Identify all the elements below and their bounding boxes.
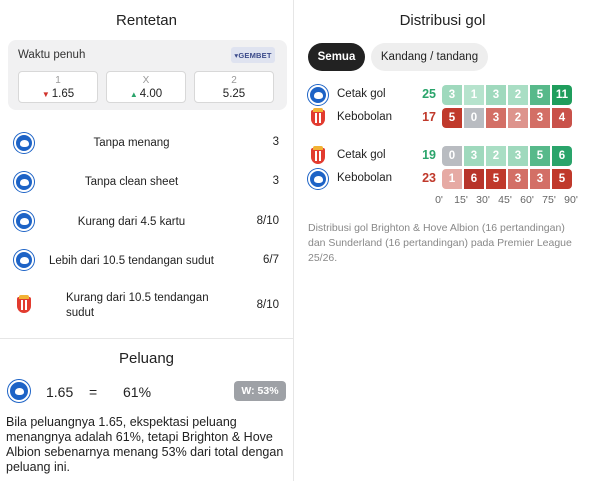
chance-odd: 1.65 — [46, 384, 74, 400]
distribution-cell: 2 — [508, 85, 528, 105]
distribution-title: Distribusi gol — [399, 12, 486, 29]
distribution-cell: 2 — [486, 146, 506, 166]
chance-title: Peluang — [118, 350, 175, 367]
tick-label: 30' — [476, 194, 490, 206]
distribution-cell: 5 — [530, 146, 550, 166]
chance-description: Bila peluangnya 1.65, ekspektasi peluang… — [6, 415, 284, 474]
distribution-cell: 6 — [552, 146, 572, 166]
distribution-cell: 5 — [486, 169, 506, 189]
distribution-cells: 3 1 3 2 5 11 — [442, 85, 572, 105]
brighton-crest-icon — [308, 85, 328, 105]
bookie-name: GEMBET — [238, 50, 272, 60]
tick-label: 45' — [498, 194, 512, 206]
streak-text: Kurang dari 4.5 kartu — [77, 216, 186, 228]
tick-label: 15' — [454, 194, 468, 206]
chance-percent: 61% — [123, 384, 152, 400]
arrow-up-icon: ▲ — [129, 90, 138, 99]
bookie-logo[interactable]: ▾ GEMBET — [231, 47, 275, 63]
column-divider — [293, 0, 294, 481]
odd-away-value: 5.25 — [222, 88, 246, 100]
sunderland-crest-icon — [308, 146, 328, 166]
distribution-cells: 165335 — [442, 169, 572, 189]
distribution-cell: 5 — [530, 85, 550, 105]
distribution-row: Cetak gol 25 3 1 3 2 5 11 — [308, 85, 576, 105]
tick-label: 90' — [564, 194, 578, 206]
odd-away-button[interactable]: 2 5.25 — [194, 71, 274, 103]
streak-text: Kurang dari 10.5 tendangan sudut — [66, 292, 209, 319]
brighton-crest-icon — [14, 250, 34, 270]
distribution-cell: 3 — [530, 108, 550, 128]
distribution-cell: 3 — [486, 85, 506, 105]
distribution-total: 17 — [422, 110, 436, 124]
brighton-crest-icon — [14, 133, 34, 153]
distribution-cell: 3 — [508, 146, 528, 166]
tab-home-away[interactable]: Kandang / tandang — [371, 43, 488, 71]
odd-home-button[interactable]: 1 ▼ 1.65 — [18, 71, 98, 103]
distribution-cell: 0 — [442, 146, 462, 166]
distribution-cell: 3 — [442, 85, 462, 105]
distribution-cell: 11 — [552, 85, 572, 105]
streak-text: Tanpa clean sheet — [84, 176, 179, 188]
distribution-cell: 1 — [442, 169, 462, 189]
brighton-crest-icon — [8, 380, 30, 402]
distribution-row: Cetak gol 19 0 3 2 3 5 6 — [308, 146, 576, 166]
distribution-cell: 3 — [530, 169, 550, 189]
distribution-note: Distribusi gol Brighton & Hove Albion (1… — [308, 222, 572, 264]
tick-label: 0' — [435, 194, 443, 206]
distribution-cell: 2 — [508, 108, 528, 128]
distribution-row-label: Kebobolan — [337, 111, 392, 123]
win-rate-badge: W: 53% — [234, 381, 286, 401]
distribution-cell: 3 — [508, 169, 528, 189]
distribution-row: Kebobolan 23 1 6 5 3 3 5 — [308, 169, 576, 189]
section-divider — [0, 338, 293, 339]
sunderland-crest-icon — [308, 108, 328, 128]
distribution-cell: 1 — [464, 85, 484, 105]
odds-box: Waktu penuh ▾ GEMBET 1 ▼ 1.65 X ▲ 4.00 2 5.… — [8, 40, 287, 110]
tab-all[interactable]: Semua — [308, 43, 365, 71]
streaks-title: Rentetan — [116, 12, 177, 29]
distribution-total: 23 — [422, 171, 436, 185]
brighton-crest-icon — [308, 169, 328, 189]
arrow-down-icon: ▼ — [41, 90, 50, 99]
minute-ticks: 0' 15' 30' 45' 60' 75' 90' — [435, 194, 578, 208]
odd-draw-value: 4.00 — [139, 88, 163, 100]
distribution-total: 25 — [422, 87, 436, 101]
streak-text: Lebih dari 10.5 tendangan sudut — [49, 255, 214, 267]
streak-value: 3 — [272, 136, 279, 148]
chance-equals: = — [89, 384, 98, 400]
sunderland-crest-icon — [14, 295, 34, 315]
odds-label: Waktu penuh — [18, 49, 86, 61]
distribution-cells: 503234 — [442, 108, 572, 128]
streak-value: 6/7 — [263, 254, 279, 266]
distribution-cell: 3 — [486, 108, 506, 128]
distribution-cell: 6 — [464, 169, 484, 189]
distribution-cell: 0 — [464, 108, 484, 128]
odd-away-label: 2 — [231, 75, 237, 86]
tick-label: 75' — [542, 194, 556, 206]
streak-value: 8/10 — [256, 299, 279, 311]
distribution-row-label: Kebobolan — [337, 172, 392, 184]
distribution-row: Kebobolan 17 5 0 3 2 3 4 — [308, 108, 576, 128]
odd-draw-button[interactable]: X ▲ 4.00 — [106, 71, 186, 103]
distribution-cell: 4 — [552, 108, 572, 128]
distribution-cell: 5 — [552, 169, 572, 189]
tick-label: 60' — [520, 194, 534, 206]
distribution-row-label: Cetak gol — [337, 88, 386, 100]
odd-draw-label: X — [142, 75, 150, 86]
brighton-crest-icon — [14, 172, 34, 192]
brighton-crest-icon — [14, 211, 34, 231]
distribution-row-label: Cetak gol — [337, 149, 386, 161]
odd-home-value: 1.65 — [51, 88, 75, 100]
chance-row: 1.65 = 61% W: 53% — [6, 379, 286, 405]
distribution-cells: 032356 — [442, 146, 572, 166]
streak-value: 3 — [272, 175, 279, 187]
distribution-cell: 5 — [442, 108, 462, 128]
distribution-total: 19 — [422, 148, 436, 162]
streak-text: Tanpa menang — [93, 137, 170, 149]
streak-value: 8/10 — [256, 215, 279, 227]
odd-home-label: 1 — [55, 75, 61, 86]
distribution-cell: 3 — [464, 146, 484, 166]
